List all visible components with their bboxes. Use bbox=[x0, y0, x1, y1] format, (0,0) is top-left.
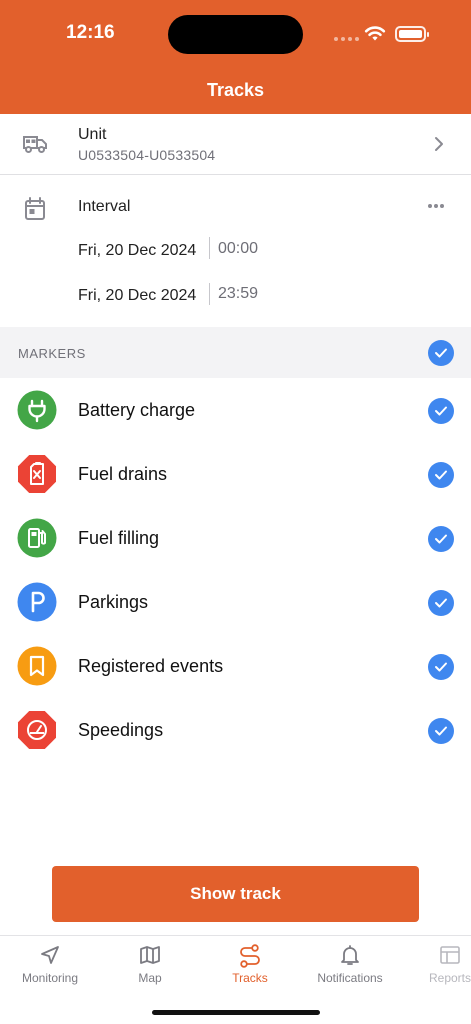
tab-monitoring[interactable]: Monitoring bbox=[0, 936, 100, 996]
report-icon bbox=[440, 946, 460, 964]
marker-checkbox[interactable] bbox=[428, 654, 454, 680]
tab-notifications[interactable]: Notifications bbox=[300, 936, 400, 996]
marker-checkbox[interactable] bbox=[428, 718, 454, 744]
unit-label: Unit bbox=[78, 126, 107, 143]
tab-tracks[interactable]: Tracks bbox=[200, 936, 300, 996]
markers-header: MARKERS bbox=[0, 327, 471, 378]
date-divider bbox=[209, 283, 210, 305]
battery-icon bbox=[395, 26, 429, 42]
checkmark-icon bbox=[435, 406, 447, 416]
checkmark-icon bbox=[435, 598, 447, 608]
wifi-icon bbox=[364, 26, 386, 41]
markers-heading: MARKERS bbox=[18, 346, 86, 361]
speedometer-icon bbox=[17, 710, 57, 750]
marker-row-parkings[interactable]: Parkings bbox=[0, 570, 471, 634]
marker-row-registered-events[interactable]: Registered events bbox=[0, 634, 471, 698]
marker-checkbox[interactable] bbox=[428, 526, 454, 552]
tab-map[interactable]: Map bbox=[100, 936, 200, 996]
marker-label: Battery charge bbox=[78, 400, 196, 420]
fuel-can-icon bbox=[17, 454, 57, 494]
marker-row-fuel-filling[interactable]: Fuel filling bbox=[0, 506, 471, 570]
interval-from-time[interactable]: 00:00 bbox=[218, 240, 258, 258]
select-all-markers-checkbox[interactable] bbox=[428, 340, 454, 366]
unit-value: U0533504-U0533504 bbox=[78, 147, 216, 163]
interval-from-date[interactable]: Fri, 20 Dec 2024 bbox=[78, 242, 196, 260]
tab-label: Notifications bbox=[317, 971, 383, 985]
marker-checkbox[interactable] bbox=[428, 462, 454, 488]
checkmark-icon bbox=[435, 662, 447, 672]
marker-label: Fuel filling bbox=[78, 528, 160, 548]
home-indicator bbox=[152, 1010, 320, 1015]
checkmark-icon bbox=[435, 534, 447, 544]
chevron-right-icon bbox=[435, 137, 443, 151]
tab-label: Monitoring bbox=[21, 971, 79, 985]
status-time: 12:16 bbox=[66, 22, 115, 43]
route-icon bbox=[240, 944, 260, 968]
interval-label: Interval bbox=[78, 198, 131, 215]
interval-to-date[interactable]: Fri, 20 Dec 2024 bbox=[78, 287, 196, 305]
marker-row-speedings[interactable]: Speedings bbox=[0, 698, 471, 762]
app-header: 12:16 Tracks bbox=[0, 0, 471, 114]
marker-label: Speedings bbox=[78, 720, 164, 740]
fuel-pump-icon bbox=[17, 518, 57, 558]
marker-label: Fuel drains bbox=[78, 464, 168, 484]
tab-label: Map bbox=[138, 971, 162, 985]
plug-icon bbox=[17, 390, 57, 430]
unit-selector[interactable]: Unit U0533504-U0533504 bbox=[0, 114, 471, 175]
marker-checkbox[interactable] bbox=[428, 398, 454, 424]
interval-to-time[interactable]: 23:59 bbox=[218, 285, 258, 303]
bell-icon bbox=[341, 945, 359, 965]
navigation-arrow-icon bbox=[41, 946, 59, 964]
interval-section: Interval Fri, 20 Dec 2024 00:00 Fri, 20 … bbox=[0, 175, 471, 327]
map-icon bbox=[140, 946, 160, 964]
page-title: Tracks bbox=[206, 80, 265, 100]
marker-row-fuel-drains[interactable]: Fuel drains bbox=[0, 442, 471, 506]
cellular-signal-icon bbox=[334, 37, 359, 41]
tab-label: Tracks bbox=[232, 971, 268, 985]
checkmark-icon bbox=[435, 726, 447, 736]
truck-icon bbox=[23, 136, 47, 153]
checkmark-icon bbox=[435, 470, 447, 480]
marker-checkbox[interactable] bbox=[428, 590, 454, 616]
tab-label: Reports bbox=[428, 971, 471, 985]
marker-label: Parkings bbox=[78, 592, 149, 612]
tab-reports[interactable]: Reports bbox=[400, 936, 471, 996]
show-track-button[interactable]: Show track bbox=[52, 866, 419, 922]
more-options-icon[interactable] bbox=[427, 203, 445, 209]
marker-label: Registered events bbox=[78, 656, 224, 676]
parking-icon bbox=[17, 582, 57, 622]
checkmark-icon bbox=[435, 348, 447, 358]
date-divider bbox=[209, 237, 210, 259]
calendar-icon bbox=[25, 197, 45, 220]
marker-row-battery-charge[interactable]: Battery charge bbox=[0, 378, 471, 442]
bookmark-icon bbox=[17, 646, 57, 686]
dynamic-island bbox=[168, 15, 303, 54]
